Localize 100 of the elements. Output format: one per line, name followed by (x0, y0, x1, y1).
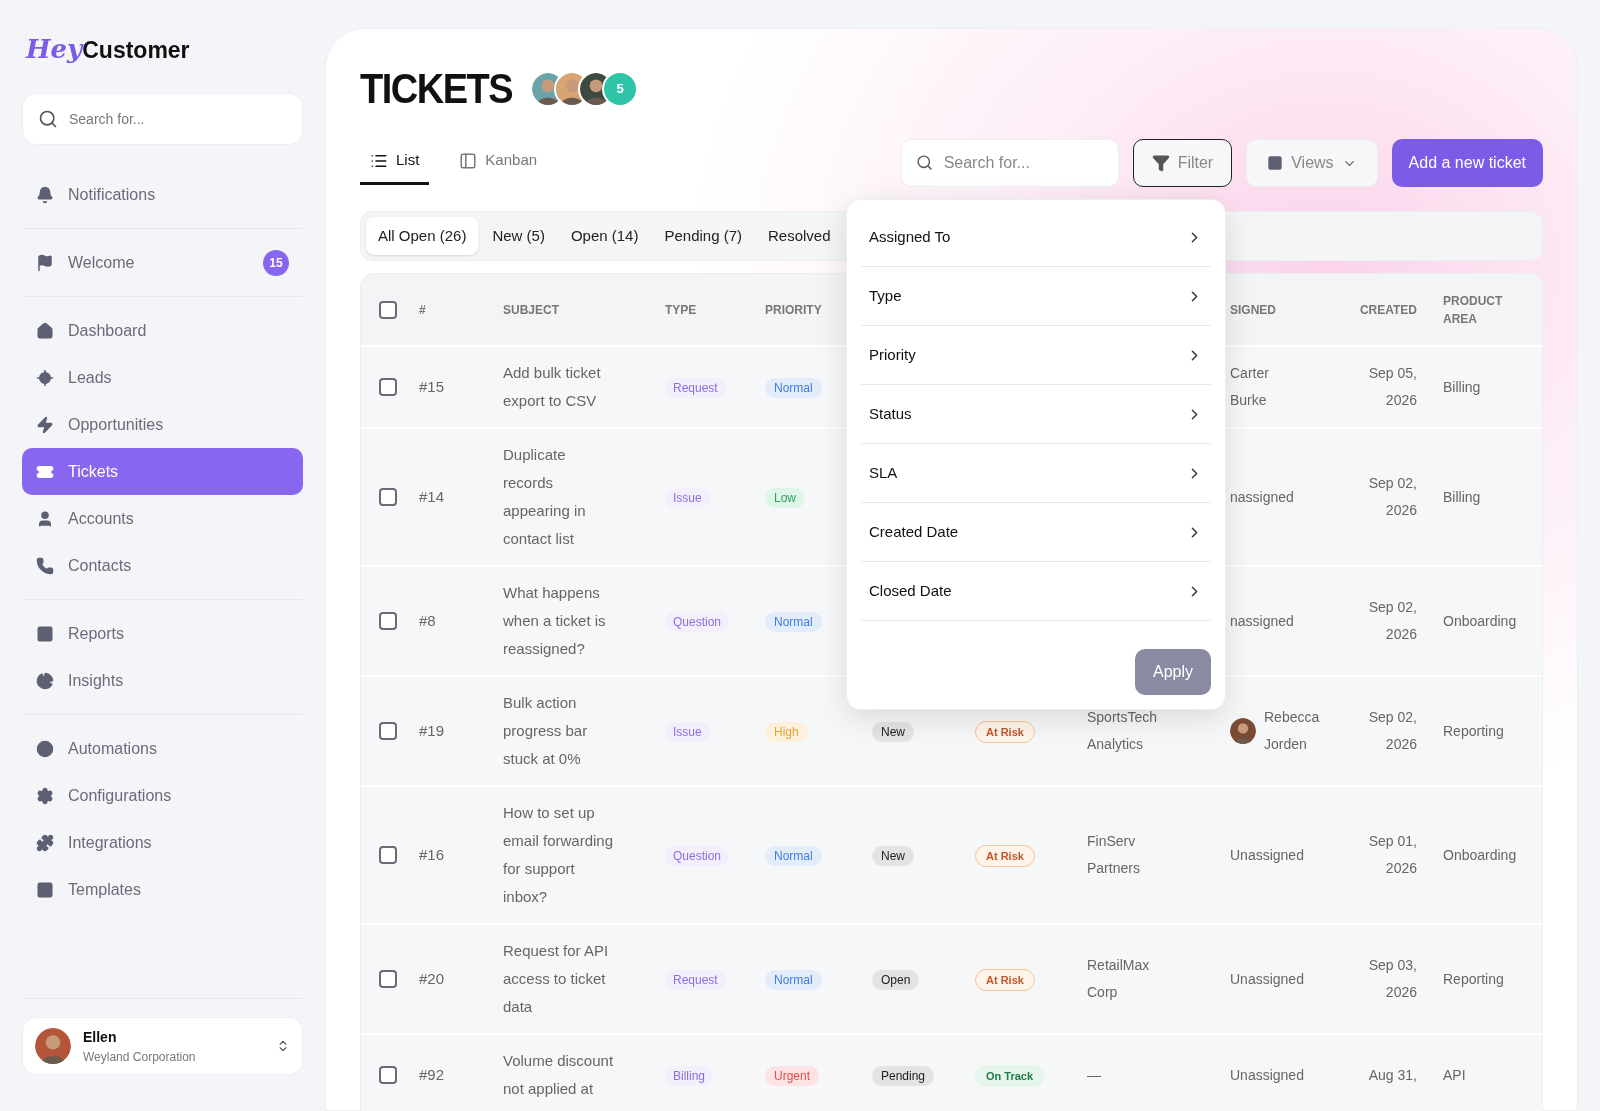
checkbox[interactable] (379, 612, 397, 630)
product-area: Onboarding (1417, 844, 1542, 866)
created-date: Sep 01, 2026 (1367, 832, 1417, 878)
column-header: SIGNED (1230, 302, 1276, 317)
view-tab[interactable]: Kanban (449, 139, 548, 185)
status-tab[interactable]: All Open (26) (366, 217, 479, 255)
count-badge: 15 (263, 249, 289, 276)
column-header: # (419, 302, 426, 317)
sla-tag: On Track (975, 1064, 1045, 1087)
product-area: Onboarding (1417, 610, 1542, 632)
sidebar-item[interactable]: Notifications (22, 171, 303, 218)
sidebar-item[interactable]: Insights (22, 657, 303, 704)
type-tag: Question (665, 611, 730, 632)
ticket-id: #14 (419, 486, 446, 507)
type-tag: Billing (665, 1065, 713, 1086)
priority-tag: Normal (765, 969, 822, 990)
sla-tag: At Risk (975, 844, 1035, 867)
filter-option[interactable]: Closed Date (861, 562, 1211, 621)
sidebar-item[interactable]: Dashboard (22, 307, 303, 354)
column-header: PRODUCT AREA (1443, 293, 1503, 326)
sidebar-item[interactable]: Automations (22, 725, 303, 772)
created-date: Sep 02, 2026 (1367, 598, 1417, 644)
page-title: TICKETS (360, 64, 513, 114)
checkbox[interactable] (379, 378, 397, 396)
sidebar-item[interactable]: Opportunities (22, 401, 303, 448)
priority-tag: High (765, 721, 808, 742)
account-name: SportsTech Analytics (1087, 708, 1159, 754)
ticket-subject[interactable]: Duplicate records appearing in contact list (503, 441, 617, 553)
ticket-subject[interactable]: How to set up email forwarding for support inbox? (503, 799, 617, 911)
status-tab[interactable]: New (5) (480, 217, 557, 255)
sidebar-item[interactable]: Integrations (22, 819, 303, 866)
sidebar-item[interactable]: Welcome 15 (22, 239, 303, 286)
company-name: Weyland Corporation (83, 1048, 197, 1066)
filter-button[interactable]: Filter (1132, 139, 1233, 187)
checkbox[interactable] (379, 970, 397, 988)
phone-icon (36, 556, 54, 575)
priority-tag: Normal (765, 845, 822, 866)
filter-option[interactable]: Assigned To (861, 208, 1211, 267)
filter-option[interactable]: Priority (861, 326, 1211, 385)
person-icon (36, 509, 54, 528)
column-header: SUBJECT (503, 302, 559, 317)
view-tab[interactable]: List (360, 139, 430, 185)
sidebar-item[interactable]: Reports (22, 610, 303, 657)
filter-option[interactable]: Created Date (861, 503, 1211, 562)
ticket-subject[interactable]: Add bulk ticket export to CSV (503, 359, 617, 415)
lightning-icon (36, 415, 54, 434)
sidebar-item[interactable]: Contacts (22, 542, 303, 589)
ticket-subject[interactable]: Request for API access to ticket data (503, 937, 617, 1021)
ticket-subject[interactable]: What happens when a ticket is reassigned? (503, 579, 617, 663)
assignee-name: nassigned (1230, 611, 1295, 631)
search-field[interactable]: Search for... (22, 93, 303, 145)
status-tag: New (872, 845, 914, 866)
sidebar-item[interactable]: Leads (22, 354, 303, 401)
created-date: Aug 31, (1367, 1065, 1417, 1085)
user-card[interactable]: Ellen Weyland Corporation (22, 1017, 303, 1075)
column-header: TYPE (665, 302, 697, 317)
account-name: — (1087, 1065, 1102, 1085)
created-date: Sep 05, 2026 (1367, 364, 1417, 410)
product-area: Billing (1417, 486, 1542, 508)
sidebar-item[interactable]: Tickets (22, 448, 303, 495)
add-ticket-button[interactable]: Add a new ticket (1391, 139, 1543, 187)
ticket-subject[interactable]: Volume discount not applied at (503, 1047, 617, 1103)
filter-option[interactable]: SLA (861, 444, 1211, 503)
logo-text: Customer (82, 36, 190, 65)
type-tag: Issue (665, 721, 710, 742)
status-tag: New (872, 721, 914, 742)
user-name: Ellen (83, 1027, 118, 1047)
search-icon (915, 154, 933, 171)
filter-option[interactable]: Status (861, 385, 1211, 444)
status-tab[interactable]: Open (14) (558, 217, 651, 255)
product-area: Billing (1417, 376, 1542, 398)
apply-button[interactable]: Apply (1134, 649, 1211, 695)
checkbox[interactable] (379, 488, 397, 506)
puzzle-icon (36, 833, 54, 852)
sla-tag: At Risk (975, 968, 1035, 991)
priority-tag: Normal (765, 377, 822, 398)
status-tab[interactable]: Resolved (756, 217, 843, 255)
ticket-id: #8 (419, 610, 437, 631)
checkbox[interactable] (379, 846, 397, 864)
status-tab[interactable]: Pending (7) (652, 217, 754, 255)
views-button[interactable]: Views (1246, 139, 1378, 187)
sidebar-item[interactable]: Configurations (22, 772, 303, 819)
logo-script: Hey (26, 33, 83, 66)
ticket-id: #15 (419, 376, 446, 397)
created-date: Sep 02, 2026 (1367, 474, 1417, 520)
column-header: PRIORITY (765, 302, 822, 317)
product-area: Reporting (1417, 968, 1542, 990)
type-tag: Request (665, 969, 726, 990)
ticket-subject[interactable]: Bulk action progress bar stuck at 0% (503, 689, 617, 773)
assignee-name: nassigned (1230, 487, 1295, 507)
product-area: API (1417, 1064, 1542, 1086)
type-tag: Request (665, 377, 726, 398)
sidebar-item[interactable]: Accounts (22, 495, 303, 542)
flag-icon (36, 253, 54, 272)
search-field[interactable]: Search for... (900, 139, 1119, 187)
filter-option[interactable]: Type (861, 267, 1211, 326)
checkbox[interactable] (379, 1066, 397, 1084)
checkbox[interactable] (379, 722, 397, 740)
sidebar-item[interactable]: Templates (22, 866, 303, 913)
checkbox[interactable] (379, 300, 397, 319)
